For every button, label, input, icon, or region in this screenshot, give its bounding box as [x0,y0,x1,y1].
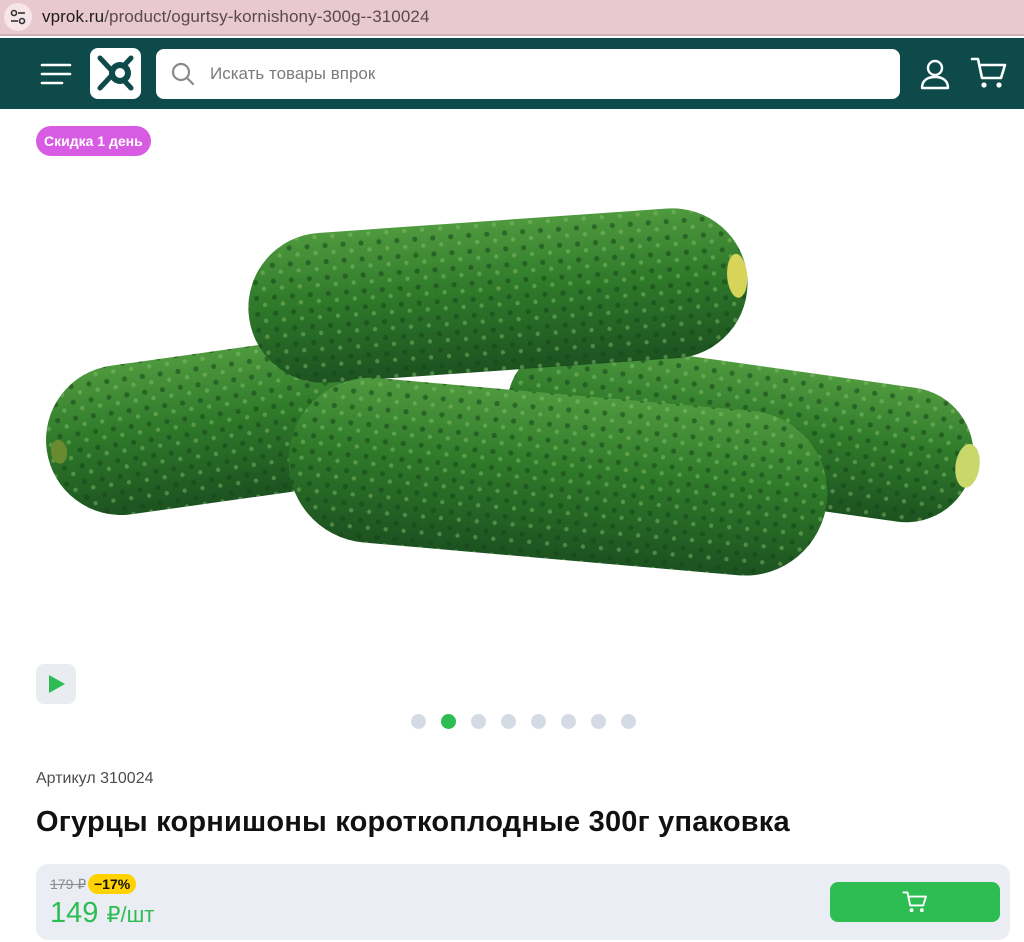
old-price: 179 ₽ [50,876,87,892]
product-sku: Артикул 310024 [36,770,154,787]
gallery-dot[interactable] [471,714,486,729]
gallery-dot[interactable] [591,714,606,729]
user-icon [920,59,950,90]
gallery-dot[interactable] [411,714,426,729]
gallery-dot[interactable] [621,714,636,729]
menu-button[interactable] [40,60,72,88]
logo[interactable] [90,48,141,99]
gallery-dot[interactable] [501,714,516,729]
cart-icon [970,57,1007,88]
price-unit: ₽/шт [106,902,155,927]
gallery-dot[interactable] [531,714,546,729]
play-icon [49,675,65,693]
vprok-logo-icon [97,55,134,91]
discount-badge: Скидка 1 день [36,126,151,156]
discount-percent: −17% [88,874,137,894]
cart-icon [902,891,927,913]
add-to-cart-button[interactable] [830,882,1000,922]
search-input[interactable] [210,64,870,84]
play-video-button[interactable] [36,664,76,704]
hamburger-icon [40,63,72,85]
url-domain: vprok.ru [42,7,105,26]
product-title: Огурцы корнишоны короткоплодные 300г упа… [36,806,790,838]
gallery-pagination [411,714,636,729]
url-text[interactable]: vprok.ru/product/ogurtsy-kornishony-300g… [42,7,430,27]
search-icon [171,62,195,86]
site-settings-icon[interactable] [4,3,32,31]
price-panel: 179 ₽ −17% 149 ₽/шт [36,864,1010,940]
site-header [0,38,1024,109]
url-path: /product/ogurtsy-kornishony-300g--310024 [104,7,430,26]
gallery-dot-active[interactable] [441,714,456,729]
current-price: 149 ₽/шт [50,897,154,930]
price-value: 149 [50,897,99,929]
search-bar [156,49,900,99]
cart-button[interactable] [970,56,1008,90]
browser-url-bar[interactable]: vprok.ru/product/ogurtsy-kornishony-300g… [0,0,1024,36]
product-image[interactable] [36,196,996,586]
profile-button[interactable] [918,58,952,90]
gallery-dot[interactable] [561,714,576,729]
